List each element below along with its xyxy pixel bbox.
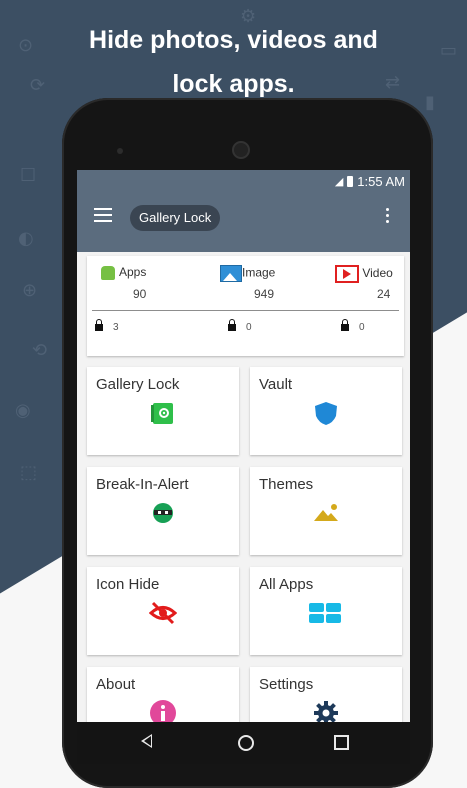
- stat-video[interactable]: Video 24: [335, 265, 393, 301]
- android-icon: [101, 265, 115, 280]
- tile-label: Gallery Lock: [96, 376, 180, 393]
- locked-apps: 3: [95, 318, 119, 333]
- battery-icon: [347, 176, 354, 187]
- phone-camera: [232, 141, 250, 159]
- locked-videos: 0: [341, 318, 365, 333]
- stats-card: Apps 90 Image 949 Video 24 3 0 0: [87, 256, 404, 356]
- locked-images-count: 0: [246, 322, 252, 333]
- tile-gallery-lock[interactable]: Gallery Lock: [87, 367, 239, 455]
- app-screen: ◢ 1:55 AM Gallery Lock Apps 90 Image 949…: [77, 170, 410, 725]
- tile-label: Icon Hide: [96, 576, 160, 593]
- tile-all-apps[interactable]: All Apps: [250, 567, 402, 655]
- video-icon: [335, 265, 359, 283]
- tile-label: Vault: [259, 376, 293, 393]
- lock-icon: [95, 318, 103, 331]
- tile-settings[interactable]: Settings: [250, 667, 402, 725]
- intruder-icon: [153, 503, 173, 523]
- headline-line-1: Hide photos, videos and: [89, 26, 378, 54]
- promo-headline: Hide photos, videos and lock apps.: [0, 18, 467, 106]
- stat-image[interactable]: Image 949: [220, 265, 276, 301]
- locked-videos-count: 0: [359, 322, 365, 333]
- safe-icon: [151, 403, 173, 424]
- app-bar: ◢ 1:55 AM Gallery Lock: [77, 170, 410, 252]
- eye-off-icon: [149, 601, 177, 625]
- stat-apps-count: 90: [133, 287, 147, 301]
- shield-icon: [315, 402, 337, 425]
- tile-label: Themes: [259, 476, 314, 493]
- tile-themes[interactable]: Themes: [250, 467, 402, 555]
- tile-vault[interactable]: Vault: [250, 367, 402, 455]
- phone-sensor: [117, 148, 123, 154]
- lock-icon: [228, 318, 236, 331]
- stat-apps[interactable]: Apps 90: [101, 265, 147, 301]
- tile-icon-hide[interactable]: Icon Hide: [87, 567, 239, 655]
- image-icon: [220, 265, 242, 282]
- tile-label: Settings: [259, 676, 314, 693]
- locked-apps-count: 3: [113, 322, 119, 333]
- system-navbar: [77, 722, 410, 764]
- signal-icon: ◢: [334, 176, 344, 188]
- tile-about[interactable]: About: [87, 667, 239, 725]
- stat-image-count: 949: [254, 287, 275, 301]
- landscape-icon: [314, 504, 338, 521]
- status-time: 1:55 AM: [357, 174, 405, 189]
- back-icon[interactable]: [141, 734, 152, 748]
- app-title: Gallery Lock: [130, 205, 221, 231]
- tile-label: Break-In-Alert: [96, 476, 189, 493]
- tile-label: All Apps: [259, 576, 314, 593]
- stat-video-count: 24: [377, 287, 391, 301]
- tile-label: About: [96, 676, 136, 693]
- status-bar: ◢ 1:55 AM: [335, 174, 405, 189]
- hamburger-icon[interactable]: [94, 208, 112, 222]
- stat-apps-label: Apps: [119, 265, 147, 279]
- stat-video-label: Video: [362, 266, 393, 281]
- apps-grid-icon: [309, 603, 341, 623]
- home-icon[interactable]: [238, 735, 254, 751]
- stat-image-label: Image: [242, 265, 276, 280]
- lock-icon: [341, 318, 349, 331]
- tile-break-in-alert[interactable]: Break-In-Alert: [87, 467, 239, 555]
- stats-divider: [92, 310, 399, 311]
- more-vert-icon[interactable]: [384, 208, 390, 226]
- locked-images: 0: [228, 318, 252, 333]
- recents-icon[interactable]: [334, 735, 349, 750]
